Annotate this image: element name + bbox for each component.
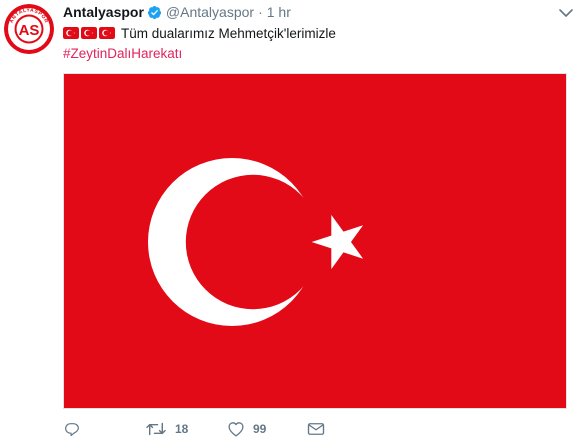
direct-message-button[interactable] <box>307 420 325 438</box>
turkish-flag-image-icon <box>64 74 566 408</box>
turkish-flag-emoji-icon <box>63 27 79 39</box>
retweet-count: 18 <box>175 422 189 436</box>
reply-icon <box>65 423 79 437</box>
turkish-flag-emoji-icon <box>99 27 115 39</box>
antalyaspor-logo-icon: AS ANTALYASPOR <box>4 4 54 54</box>
svg-text:AS: AS <box>19 22 40 39</box>
turkish-flag-emojis <box>63 27 117 39</box>
avatar[interactable]: AS ANTALYASPOR <box>4 4 54 54</box>
heart-icon <box>228 422 244 437</box>
turkish-flag-emoji-icon <box>81 27 97 39</box>
tweet-action-bar: 18 99 <box>63 420 363 438</box>
retweet-button[interactable]: 18 <box>145 420 188 438</box>
like-button[interactable]: 99 <box>227 420 266 438</box>
tweet-media-image[interactable] <box>63 73 567 409</box>
reply-button[interactable] <box>63 420 81 438</box>
account-name[interactable]: Antalyaspor <box>63 4 144 20</box>
verified-badge-icon <box>147 5 162 20</box>
tweet-hashtag-line: #ZeytinDalıHarekatı <box>63 44 182 62</box>
like-count: 99 <box>253 422 267 436</box>
chevron-down-icon[interactable] <box>558 6 574 18</box>
account-handle[interactable]: @Antalyaspor <box>166 4 254 20</box>
tweet[interactable]: AS ANTALYASPOR Antalyaspor @Antalyaspor … <box>0 0 582 438</box>
tweet-header: Antalyaspor @Antalyaspor · 1 hr <box>63 3 291 21</box>
envelope-icon <box>307 423 325 435</box>
tweet-timestamp[interactable]: 1 hr <box>267 4 291 20</box>
hashtag-link[interactable]: #ZeytinDalıHarekatı <box>63 46 182 61</box>
tweet-body-text: Tüm dualarımız Mehmetçik'lerimizle <box>121 25 336 41</box>
retweet-icon <box>146 422 166 436</box>
separator-dot: · <box>258 4 263 20</box>
tweet-text: Tüm dualarımız Mehmetçik'lerimizle <box>63 24 336 42</box>
